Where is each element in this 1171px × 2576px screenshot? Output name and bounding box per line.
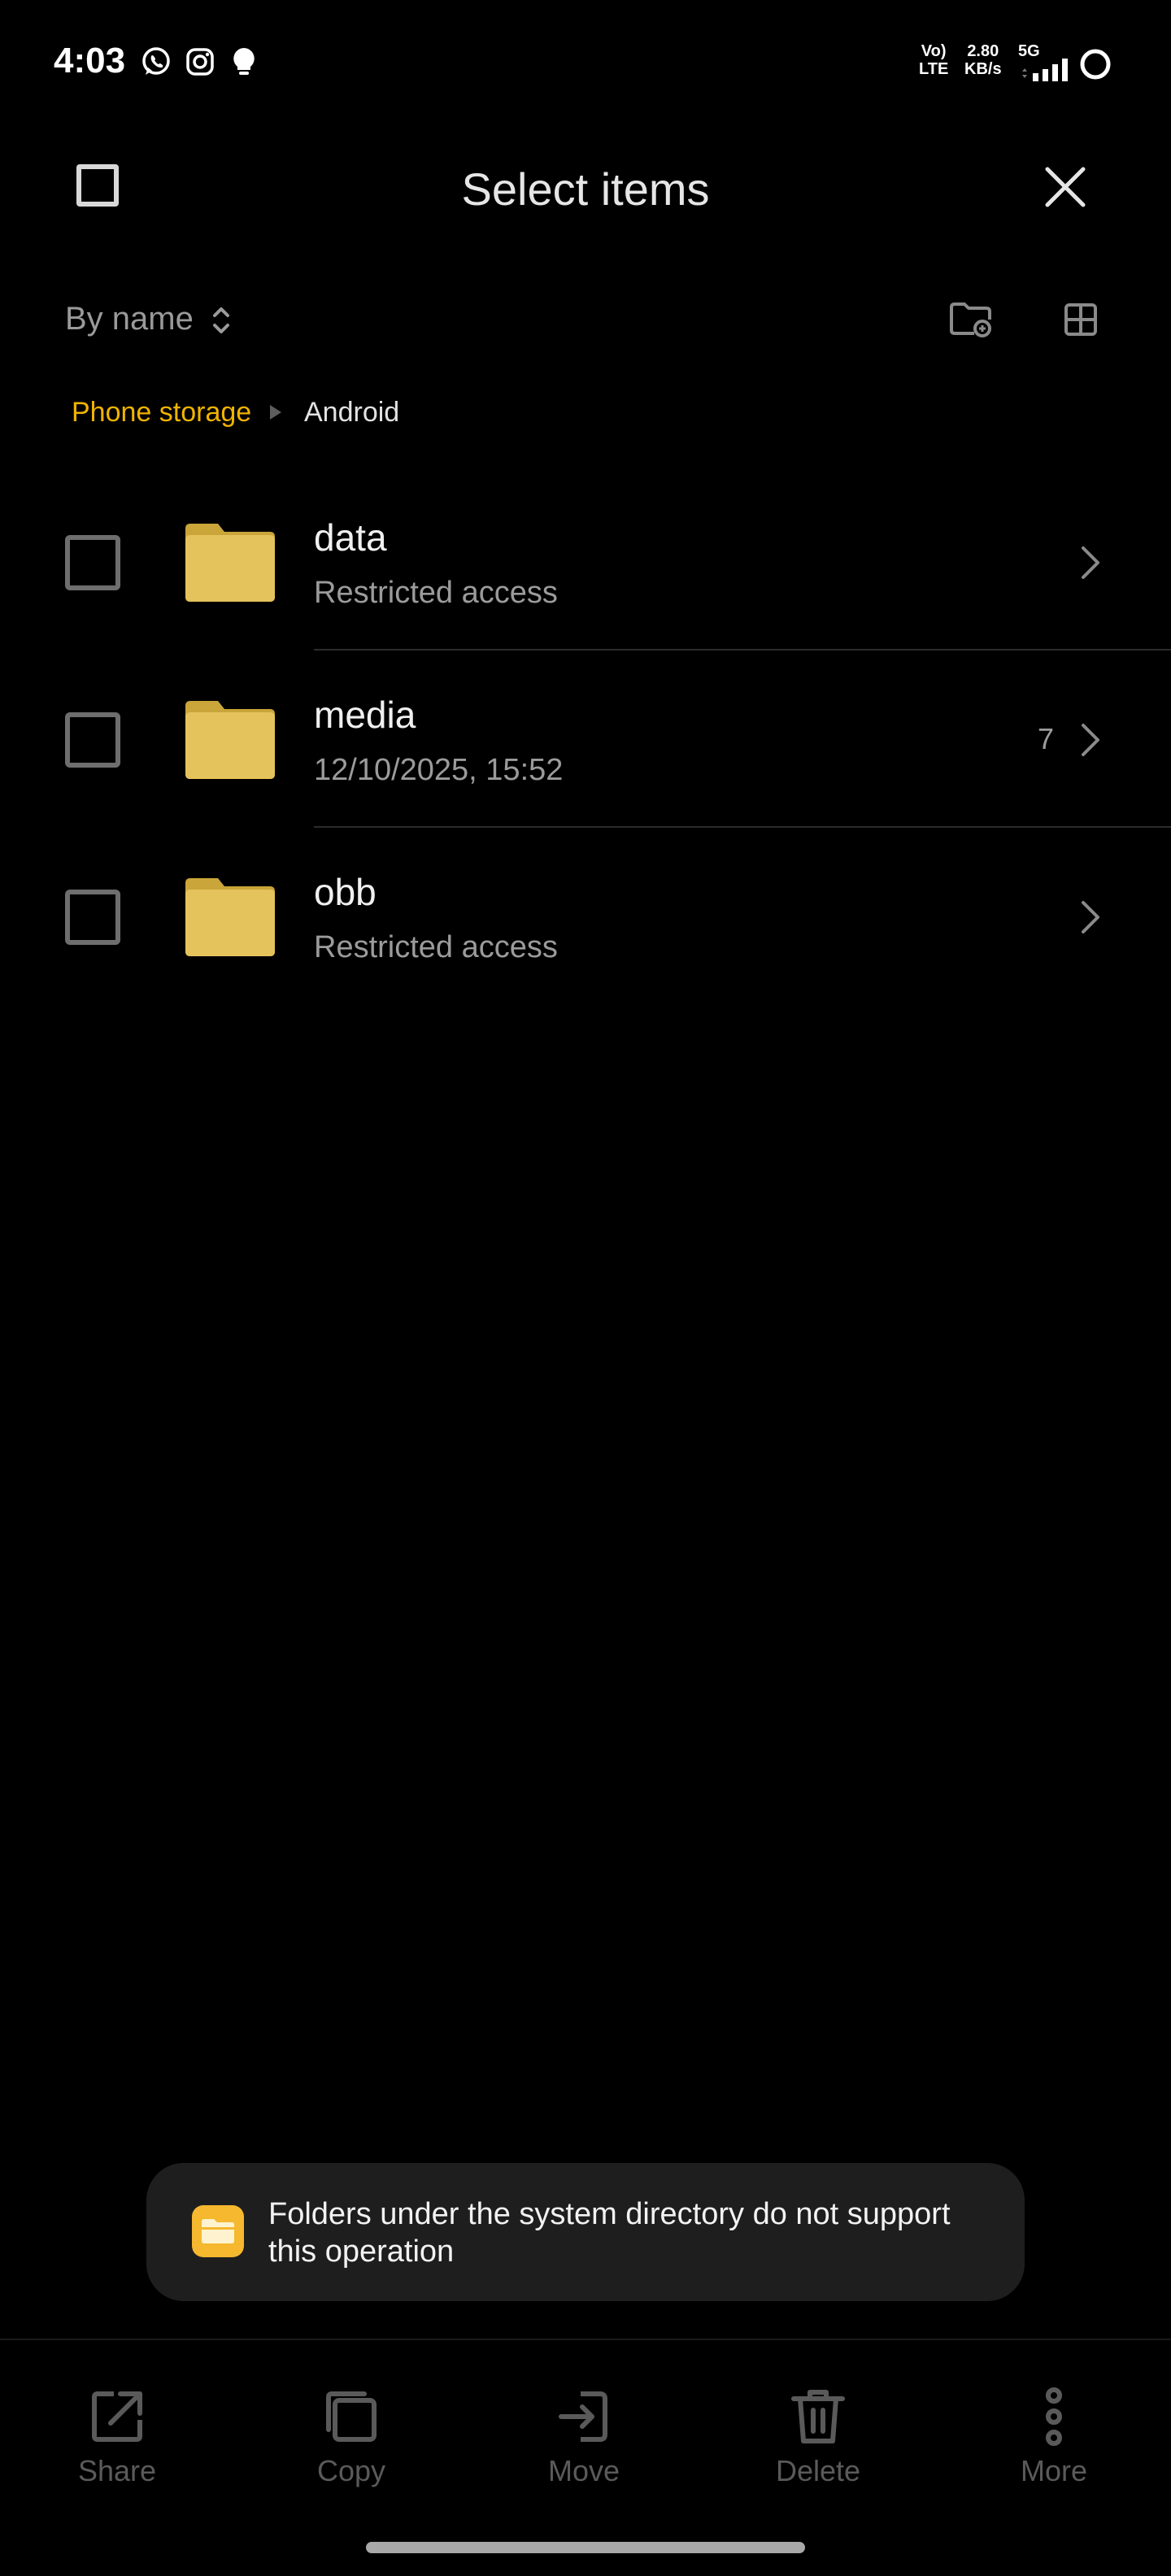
grid-view-icon[interactable] — [1064, 302, 1098, 337]
more-label: More — [1020, 2454, 1088, 2487]
item-count: 7 — [1037, 722, 1054, 755]
instagram-icon — [186, 48, 214, 76]
folder-icon — [185, 878, 275, 956]
chevron-right-icon[interactable] — [1080, 545, 1101, 581]
move-icon — [559, 2391, 607, 2442]
folder-icon — [185, 524, 275, 602]
bottom-bar-divider — [0, 2339, 1171, 2340]
share-button[interactable]: Share — [36, 2386, 198, 2488]
folder-subtitle: Restricted access — [314, 576, 558, 610]
new-folder-icon[interactable] — [948, 301, 994, 338]
more-button[interactable]: More — [973, 2386, 1135, 2488]
row-checkbox[interactable] — [65, 535, 120, 590]
copy-icon — [326, 2391, 377, 2442]
copy-label: Copy — [316, 2454, 386, 2487]
folder-icon — [185, 701, 275, 779]
close-icon[interactable] — [1041, 163, 1090, 211]
battery-ring-icon — [1080, 49, 1111, 80]
delete-label: Delete — [775, 2454, 861, 2487]
breadcrumb-phone-storage[interactable]: Phone storage — [72, 397, 251, 429]
list-item[interactable] — [0, 651, 1171, 826]
network-type-label: Vo) LTE — [919, 42, 949, 78]
more-icon — [1046, 2387, 1062, 2446]
sort-chevrons-icon[interactable] — [210, 302, 233, 338]
folder-subtitle: Restricted access — [314, 930, 558, 964]
network-speed: 2.80 KB/s — [964, 42, 1002, 78]
whatsapp-icon — [142, 47, 170, 75]
list-item[interactable] — [0, 475, 1171, 651]
delete-button[interactable]: Delete — [737, 2386, 899, 2488]
folder-name: media — [314, 694, 416, 736]
folder-subtitle: 12/10/2025, 15:52 — [314, 753, 564, 787]
share-label: Share — [77, 2454, 157, 2487]
status-time: 4:03 — [54, 41, 126, 80]
breadcrumb-android: Android — [304, 397, 400, 428]
folder-name: obb — [314, 871, 377, 913]
row-checkbox[interactable] — [65, 890, 120, 945]
signal-icon — [1022, 59, 1068, 81]
move-label: Move — [547, 2454, 620, 2487]
move-button[interactable]: Move — [503, 2386, 665, 2488]
copy-button[interactable]: Copy — [270, 2386, 433, 2488]
chevron-right-icon[interactable] — [1080, 899, 1101, 935]
delete-icon — [791, 2390, 845, 2443]
breadcrumb-separator-icon — [270, 405, 281, 420]
row-checkbox[interactable] — [65, 712, 120, 768]
chevron-right-icon[interactable] — [1080, 722, 1101, 758]
bulb-icon — [233, 48, 255, 75]
home-indicator[interactable] — [366, 2542, 805, 2553]
folder-name: data — [314, 516, 387, 559]
sort-button[interactable]: By name — [65, 301, 194, 337]
file-manager-app-icon — [192, 2205, 244, 2257]
list-item[interactable] — [0, 828, 1171, 1003]
page-title: Select items — [461, 163, 710, 215]
toast-message: Folders under the system directory do no… — [268, 2197, 951, 2269]
share-icon — [92, 2391, 142, 2442]
